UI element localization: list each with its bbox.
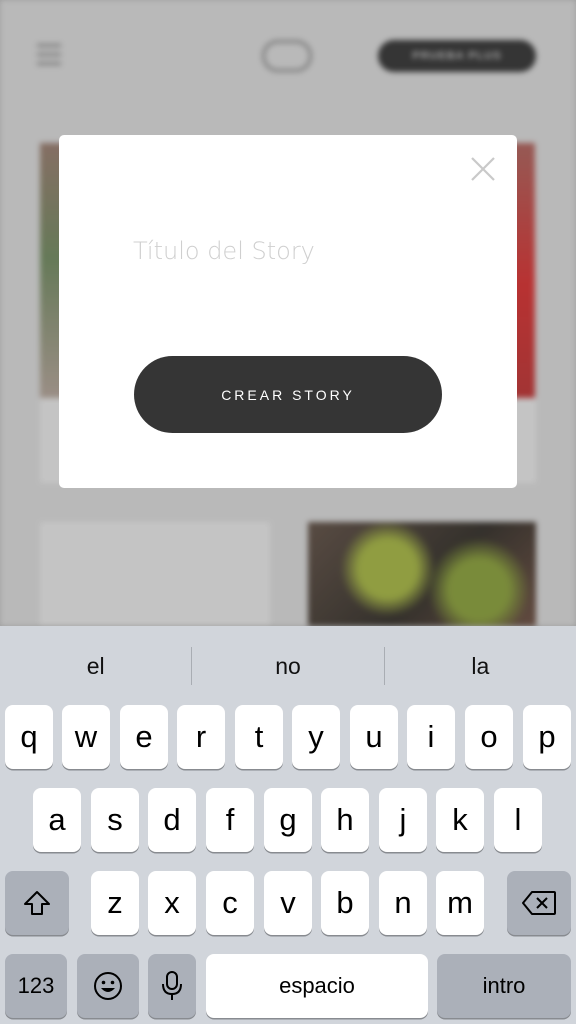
key-v[interactable]: v: [264, 871, 312, 935]
backspace-icon: [522, 891, 556, 915]
key-a[interactable]: a: [33, 788, 81, 852]
return-key[interactable]: intro: [437, 954, 571, 1018]
emoji-icon: [94, 972, 122, 1000]
key-j[interactable]: j: [379, 788, 427, 852]
key-h[interactable]: h: [321, 788, 369, 852]
key-z[interactable]: z: [91, 871, 139, 935]
prediction-suggestion[interactable]: el: [0, 626, 191, 706]
key-p[interactable]: p: [523, 705, 571, 769]
prediction-suggestion[interactable]: no: [192, 626, 383, 706]
key-m[interactable]: m: [436, 871, 484, 935]
space-key[interactable]: espacio: [206, 954, 428, 1018]
key-o[interactable]: o: [465, 705, 513, 769]
create-story-dialog: CREAR STORY: [59, 135, 517, 488]
key-g[interactable]: g: [264, 788, 312, 852]
shift-icon: [24, 891, 50, 915]
key-b[interactable]: b: [321, 871, 369, 935]
key-x[interactable]: x: [148, 871, 196, 935]
prediction-suggestion[interactable]: la: [385, 626, 576, 706]
key-i[interactable]: i: [407, 705, 455, 769]
key-l[interactable]: l: [494, 788, 542, 852]
prediction-bar: el no la: [0, 626, 576, 706]
key-n[interactable]: n: [379, 871, 427, 935]
key-k[interactable]: k: [436, 788, 484, 852]
key-t[interactable]: t: [235, 705, 283, 769]
key-w[interactable]: w: [62, 705, 110, 769]
key-u[interactable]: u: [350, 705, 398, 769]
key-e[interactable]: e: [120, 705, 168, 769]
key-s[interactable]: s: [91, 788, 139, 852]
shift-key[interactable]: [5, 871, 69, 935]
on-screen-keyboard: el no la q w e r t y u i o p a s d f g h…: [0, 626, 576, 1024]
close-icon[interactable]: [469, 155, 497, 183]
key-c[interactable]: c: [206, 871, 254, 935]
key-f[interactable]: f: [206, 788, 254, 852]
microphone-icon: [162, 971, 182, 1000]
key-q[interactable]: q: [5, 705, 53, 769]
emoji-key[interactable]: [77, 954, 139, 1018]
dictation-key[interactable]: [148, 954, 196, 1018]
delete-key[interactable]: [507, 871, 571, 935]
story-title-input[interactable]: [133, 231, 453, 271]
key-y[interactable]: y: [292, 705, 340, 769]
key-r[interactable]: r: [177, 705, 225, 769]
key-d[interactable]: d: [148, 788, 196, 852]
numbers-key[interactable]: 123: [5, 954, 67, 1018]
create-story-button[interactable]: CREAR STORY: [134, 356, 442, 433]
